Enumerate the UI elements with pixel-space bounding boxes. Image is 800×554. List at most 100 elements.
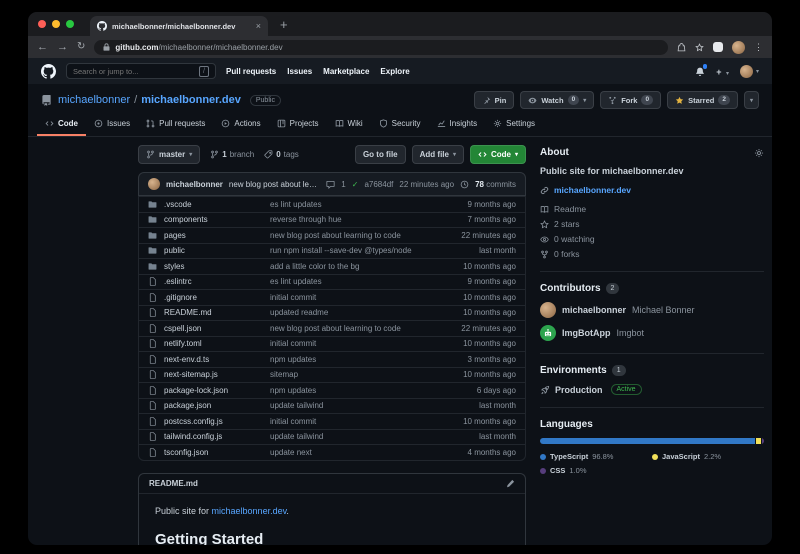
close-window-button[interactable] bbox=[38, 20, 46, 28]
file-name-link[interactable]: .gitignore bbox=[164, 293, 270, 302]
star-button[interactable]: Starred 2 bbox=[667, 91, 738, 109]
forks-stat[interactable]: 0 forks bbox=[540, 249, 764, 259]
language-legend-item[interactable]: CSS 1.0% bbox=[540, 466, 652, 475]
search-input[interactable] bbox=[73, 66, 195, 76]
file-row[interactable]: next-env.d.ts npm updates 3 months ago bbox=[139, 351, 525, 367]
file-row[interactable]: components reverse through hue 7 months … bbox=[139, 211, 525, 228]
tab-wiki[interactable]: Wiki bbox=[327, 114, 371, 136]
file-name-link[interactable]: next-env.d.ts bbox=[164, 355, 270, 364]
stars-stat[interactable]: 2 stars bbox=[540, 219, 764, 229]
notifications-bell-icon[interactable] bbox=[695, 64, 708, 76]
code-download-button[interactable]: Code ▾ bbox=[469, 145, 526, 164]
github-logo-icon[interactable] bbox=[41, 63, 56, 79]
file-row[interactable]: postcss.config.js initial commit 10 mont… bbox=[139, 413, 525, 429]
file-row[interactable]: .eslintrc es lint updates 9 months ago bbox=[139, 273, 525, 290]
file-row[interactable]: package-lock.json npm updates 6 days ago bbox=[139, 382, 525, 398]
file-row[interactable]: package.json update tailwind last month bbox=[139, 397, 525, 414]
browser-tab[interactable]: michaelbonner/michaelbonner.dev × bbox=[90, 16, 268, 36]
file-commit-message-link[interactable]: update tailwind bbox=[270, 401, 424, 410]
address-bar[interactable]: github.com/michaelbonner/michaelbonner.d… bbox=[94, 39, 668, 55]
file-commit-message-link[interactable]: reverse through hue bbox=[270, 215, 424, 224]
fork-button[interactable]: Fork 0 bbox=[600, 91, 662, 109]
file-row[interactable]: tailwind.config.js update tailwind last … bbox=[139, 428, 525, 445]
browser-menu-icon[interactable]: ⋮ bbox=[754, 42, 763, 53]
new-tab-button[interactable]: + bbox=[280, 18, 288, 31]
file-name-link[interactable]: next-sitemap.js bbox=[164, 370, 270, 379]
check-status-icon[interactable]: ✓ bbox=[352, 180, 359, 189]
readme-title[interactable]: README.md bbox=[149, 479, 198, 488]
file-commit-message-link[interactable]: initial commit bbox=[270, 339, 424, 348]
file-row[interactable]: README.md updated readme 10 months ago bbox=[139, 304, 525, 321]
header-nav-link[interactable]: Issues bbox=[287, 67, 312, 76]
zoom-window-button[interactable] bbox=[66, 20, 74, 28]
create-new-menu[interactable]: + ▾ bbox=[716, 62, 729, 80]
commit-author-avatar[interactable] bbox=[148, 178, 160, 190]
contributor-row[interactable]: ImgBotApp Imgbot bbox=[540, 325, 764, 341]
file-row[interactable]: tsconfig.json update next 4 months ago bbox=[139, 444, 525, 460]
commit-comment-count[interactable]: 1 bbox=[341, 180, 345, 189]
file-name-link[interactable]: pages bbox=[164, 231, 270, 240]
back-icon[interactable]: ← bbox=[37, 41, 48, 53]
file-commit-message-link[interactable]: updated readme bbox=[270, 308, 424, 317]
file-name-link[interactable]: .vscode bbox=[164, 200, 270, 209]
contributor-username[interactable]: michaelbonner bbox=[562, 305, 626, 315]
language-legend-item[interactable]: TypeScript 96.8% bbox=[540, 452, 652, 461]
file-name-link[interactable]: netlify.toml bbox=[164, 339, 270, 348]
file-commit-message-link[interactable]: new blog post about learning to code bbox=[270, 231, 424, 240]
file-commit-message-link[interactable]: es lint updates bbox=[270, 277, 424, 286]
tab-security[interactable]: Security bbox=[371, 114, 429, 136]
file-commit-message-link[interactable]: initial commit bbox=[270, 293, 424, 302]
file-row[interactable]: .gitignore initial commit 10 months ago bbox=[139, 289, 525, 305]
file-name-link[interactable]: .eslintrc bbox=[164, 277, 270, 286]
file-name-link[interactable]: postcss.config.js bbox=[164, 417, 270, 426]
tag-count[interactable]: 0 tags bbox=[264, 150, 299, 159]
environment-name[interactable]: Production bbox=[555, 385, 603, 395]
about-settings-gear-icon[interactable] bbox=[754, 148, 764, 158]
tab-projects[interactable]: Projects bbox=[269, 114, 327, 136]
tab-actions[interactable]: Actions bbox=[213, 114, 268, 136]
file-commit-message-link[interactable]: npm updates bbox=[270, 386, 424, 395]
file-name-link[interactable]: cspell.json bbox=[164, 324, 270, 333]
user-avatar[interactable] bbox=[739, 64, 753, 78]
file-name-link[interactable]: tailwind.config.js bbox=[164, 432, 270, 441]
language-legend-item[interactable]: JavaScript 2.2% bbox=[652, 452, 764, 461]
commit-hash-link[interactable]: a7684df bbox=[364, 180, 393, 189]
commit-count-link[interactable]: 78 commits bbox=[475, 180, 516, 189]
file-row[interactable]: public run npm install --save-dev @types… bbox=[139, 242, 525, 259]
file-commit-message-link[interactable]: update tailwind bbox=[270, 432, 424, 441]
watch-button[interactable]: Watch 0 ▾ bbox=[520, 91, 595, 109]
file-name-link[interactable]: styles bbox=[164, 262, 270, 271]
tab-settings[interactable]: Settings bbox=[485, 114, 543, 136]
contributor-bot-avatar[interactable] bbox=[540, 325, 556, 341]
repo-owner-link[interactable]: michaelbonner bbox=[58, 94, 130, 106]
commit-author-link[interactable]: michaelbonner bbox=[166, 180, 223, 189]
tab-pull-requests[interactable]: Pull requests bbox=[138, 114, 213, 136]
commit-message-link[interactable]: new blog post about learning to code bbox=[229, 180, 320, 189]
header-nav-link[interactable]: Marketplace bbox=[323, 67, 369, 76]
tab-insights[interactable]: Insights bbox=[429, 114, 486, 136]
environment-row[interactable]: Production Active bbox=[540, 384, 764, 395]
file-name-link[interactable]: README.md bbox=[164, 308, 270, 317]
github-search-box[interactable]: / bbox=[66, 63, 216, 79]
contributor-username[interactable]: ImgBotApp bbox=[562, 328, 611, 338]
branch-selector[interactable]: master ▾ bbox=[138, 145, 201, 164]
file-name-link[interactable]: public bbox=[164, 246, 270, 255]
bookmark-star-icon[interactable] bbox=[695, 42, 704, 52]
file-row[interactable]: cspell.json new blog post about learning… bbox=[139, 320, 525, 336]
star-dropdown-button[interactable]: ▾ bbox=[743, 91, 759, 109]
file-row[interactable]: pages new blog post about learning to co… bbox=[139, 227, 525, 243]
user-menu[interactable]: ▾ bbox=[739, 64, 759, 78]
file-commit-message-link[interactable]: sitemap bbox=[270, 370, 424, 379]
file-commit-message-link[interactable]: new blog post about learning to code bbox=[270, 324, 424, 333]
file-row[interactable]: .vscode es lint updates 9 months ago bbox=[139, 196, 525, 212]
file-name-link[interactable]: package.json bbox=[164, 401, 270, 410]
header-nav-link[interactable]: Explore bbox=[380, 67, 409, 76]
file-commit-message-link[interactable]: initial commit bbox=[270, 417, 424, 426]
pinned-extension-icon[interactable] bbox=[713, 42, 723, 52]
edit-pencil-icon[interactable] bbox=[506, 479, 515, 488]
contributor-avatar[interactable] bbox=[540, 302, 556, 318]
file-commit-message-link[interactable]: run npm install --save-dev @types/node bbox=[270, 246, 424, 255]
pin-button[interactable]: Pin bbox=[473, 91, 515, 109]
forward-icon[interactable]: → bbox=[57, 41, 68, 53]
file-name-link[interactable]: components bbox=[164, 215, 270, 224]
